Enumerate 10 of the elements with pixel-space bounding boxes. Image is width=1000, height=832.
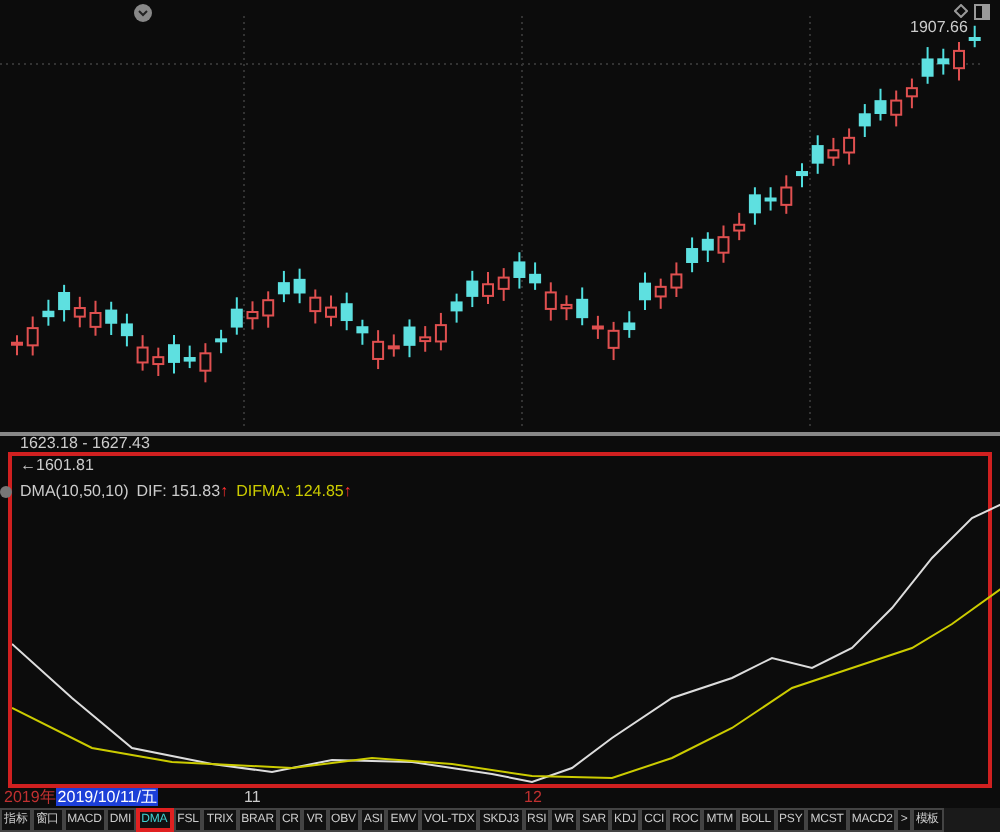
year-label: 2019年: [4, 788, 56, 806]
cursor-date: 2019/10/11/五: [55, 788, 159, 806]
price-label: 1907.66: [910, 18, 968, 36]
price-range-label: 1623.18 - 1627.43: [18, 436, 152, 452]
indicator-name: DMA(10,50,10): [20, 482, 129, 500]
axis-tick: 11: [244, 788, 261, 808]
axis-tick: 12: [524, 788, 542, 808]
price-label: ←1601.81: [18, 456, 94, 474]
dif-value: DIF: 151.83↑: [136, 482, 229, 500]
difma-value: DIFMA: 124.85↑: [236, 482, 352, 500]
